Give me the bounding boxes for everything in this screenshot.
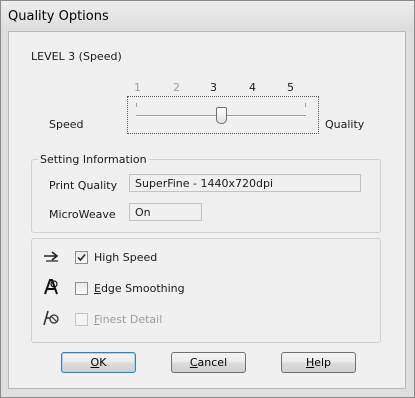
finest-detail-icon [43,310,59,326]
cancel-label-rest: ancel [197,356,228,369]
slider-tick-mark [136,103,137,107]
quality-options-dialog: Quality Options LEVEL 3 (Speed) 1 2 3 4 … [0,0,415,398]
high-speed-checkbox[interactable] [75,251,88,264]
quality-label: Quality [325,118,365,131]
window-title: Quality Options [8,9,109,24]
setting-information-legend: Setting Information [38,153,149,166]
ok-button[interactable]: OK [61,352,136,373]
slider-tick-label-1: 1 [134,81,141,94]
cancel-mnemonic: C [189,356,198,369]
slider-tick-mark [305,103,306,107]
print-quality-label: Print Quality [49,179,118,192]
level-label: LEVEL 3 (Speed) [31,50,122,63]
help-button[interactable]: Help [281,352,356,373]
high-speed-label[interactable]: High Speed [94,251,157,264]
dialog-body: LEVEL 3 (Speed) 1 2 3 4 5 Speed Quality … [8,31,406,389]
slider-thumb[interactable] [215,107,227,124]
finest-detail-label-rest: inest Detail [99,313,163,326]
print-quality-value: SuperFine - 1440x720dpi [129,174,361,192]
ok-label-rest: K [99,356,107,369]
ok-mnemonic: O [90,356,100,369]
edge-smoothing-label[interactable]: Edge Smoothing [94,282,185,295]
help-mnemonic: H [305,356,315,369]
slider-tick-label-5: 5 [287,81,294,94]
high-speed-icon [44,251,59,262]
help-label-rest: elp [314,356,332,369]
slider-tick-label-3: 3 [210,81,217,94]
finest-detail-checkbox[interactable] [75,313,88,326]
edge-smoothing-checkbox[interactable] [75,282,88,295]
cancel-button[interactable]: Cancel [171,352,246,373]
speed-label: Speed [49,118,84,131]
edge-smoothing-mnemonic: E [94,282,101,295]
edge-smoothing-label-rest: dge Smoothing [100,282,185,295]
slider-tick-label-4: 4 [249,81,256,94]
slider-tick-label-2: 2 [173,81,180,94]
microweave-label: MicroWeave [49,208,116,221]
edge-smoothing-icon [44,279,58,295]
microweave-value: On [129,203,202,221]
checkmark-icon [77,253,86,262]
speed-quality-slider[interactable] [127,96,319,134]
finest-detail-label[interactable]: Finest Detail [94,313,162,326]
print-options-group: High Speed Edge Smoothing Finest Detail [31,238,381,343]
title-bar[interactable]: Quality Options [1,1,414,31]
setting-information-group: Setting Information Print Quality SuperF… [31,153,381,233]
